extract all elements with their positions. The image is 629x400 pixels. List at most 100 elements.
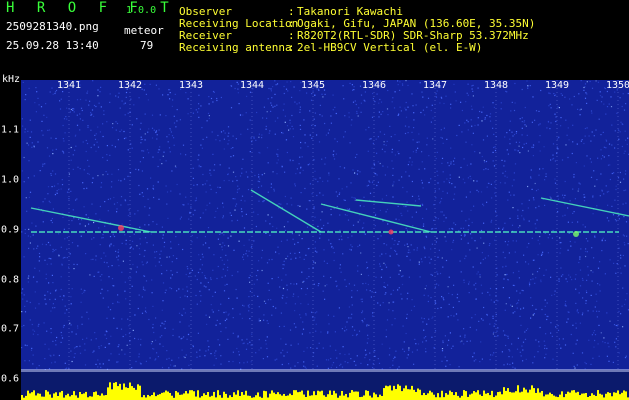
capture-datetime: 25.09.28 13:40 <box>6 39 99 52</box>
meter-bar <box>365 390 367 400</box>
meter-bar <box>405 385 407 400</box>
meter-bar <box>491 390 493 400</box>
meter-bar <box>27 390 29 400</box>
meter-bar <box>335 393 337 400</box>
meter-bar <box>329 390 331 400</box>
meter-bar <box>349 392 351 400</box>
meter-bar <box>505 390 507 400</box>
meter-bar <box>235 394 237 400</box>
meter-bar <box>373 392 375 400</box>
meteor-echo <box>388 229 394 235</box>
meter-bar <box>109 382 111 400</box>
signal-level-bars <box>21 370 629 400</box>
meter-bar <box>191 390 193 400</box>
meter-bar <box>219 395 221 400</box>
y-tick-label: 0.8 <box>1 274 20 286</box>
meter-bar <box>289 393 291 400</box>
meter-bar <box>277 392 279 400</box>
meter-bar <box>621 392 623 400</box>
meter-bar <box>483 390 485 400</box>
meter-bar <box>159 394 161 400</box>
meter-bar <box>415 391 417 400</box>
meter-bar <box>213 391 215 400</box>
meter-bar <box>279 394 281 400</box>
meter-bar <box>35 395 37 400</box>
meter-bar <box>321 390 323 400</box>
meter-bar <box>393 385 395 400</box>
meter-bar <box>519 392 521 400</box>
meter-bar <box>25 395 27 400</box>
meter-bar <box>521 391 523 400</box>
meter-bar <box>125 387 127 400</box>
meter-bar <box>175 391 177 400</box>
meter-bar <box>573 390 575 400</box>
meter-bar <box>585 393 587 400</box>
meteor-echo <box>118 225 124 231</box>
meter-bar <box>127 387 129 400</box>
meter-bar <box>167 391 169 400</box>
meter-bar <box>543 396 545 400</box>
meter-bar <box>257 392 259 400</box>
meter-bar <box>129 382 131 400</box>
meter-bar <box>533 388 535 400</box>
meter-bar <box>313 391 315 400</box>
meter-bar <box>115 382 117 400</box>
meter-bar <box>597 390 599 400</box>
meter-bar <box>453 395 455 400</box>
meter-bar <box>149 396 151 400</box>
meter-bar <box>561 391 563 400</box>
meter-bar <box>185 391 187 400</box>
meter-bar <box>461 395 463 400</box>
y-unit-label: kHz <box>2 74 21 85</box>
meter-bar <box>105 395 107 400</box>
meter-bar <box>429 390 431 400</box>
meter-bar <box>143 395 145 400</box>
x-tick-label: 1349 <box>544 80 570 91</box>
meter-bar <box>575 392 577 400</box>
meter-bar <box>527 392 529 400</box>
meter-bar <box>81 394 83 400</box>
meter-bar <box>427 393 429 400</box>
meter-bar <box>623 390 625 400</box>
meter-bar <box>611 396 613 400</box>
meter-bar <box>551 394 553 400</box>
meter-bar <box>559 394 561 400</box>
x-tick-label: 1348 <box>483 80 509 91</box>
meter-bar <box>531 385 533 400</box>
meter-bar <box>195 396 197 400</box>
meter-bar <box>177 392 179 400</box>
meter-bar <box>295 390 297 400</box>
meter-bar <box>79 391 81 400</box>
meter-bar <box>49 394 51 400</box>
meter-bar <box>547 394 549 400</box>
meter-bar <box>247 395 249 400</box>
meter-bar <box>217 390 219 400</box>
meter-bar <box>85 391 87 400</box>
meter-bar <box>241 392 243 400</box>
meter-bar <box>303 394 305 400</box>
meter-bar <box>117 386 119 400</box>
meter-bar <box>211 395 213 400</box>
meter-bar <box>425 395 427 400</box>
meter-bar <box>601 394 603 400</box>
meter-bar <box>197 390 199 400</box>
meter-bar <box>237 390 239 400</box>
meter-bar <box>293 390 295 400</box>
x-tick-label: 1341 <box>56 80 82 91</box>
meter-bar <box>535 392 537 400</box>
meter-bar <box>179 394 181 400</box>
meter-bar <box>475 392 477 400</box>
meter-bar <box>401 391 403 400</box>
y-tick-label: 1.0 <box>1 174 20 186</box>
meter-bar <box>355 391 357 400</box>
meter-bar <box>181 394 183 400</box>
meter-bar <box>389 385 391 400</box>
meter-bar <box>449 390 451 400</box>
meter-bar <box>165 390 167 400</box>
meter-bar <box>255 395 257 400</box>
meter-bar <box>205 394 207 400</box>
meter-bar <box>523 387 525 400</box>
meter-bar <box>71 395 73 400</box>
meter-bar <box>121 389 123 400</box>
meter-bar <box>539 392 541 400</box>
